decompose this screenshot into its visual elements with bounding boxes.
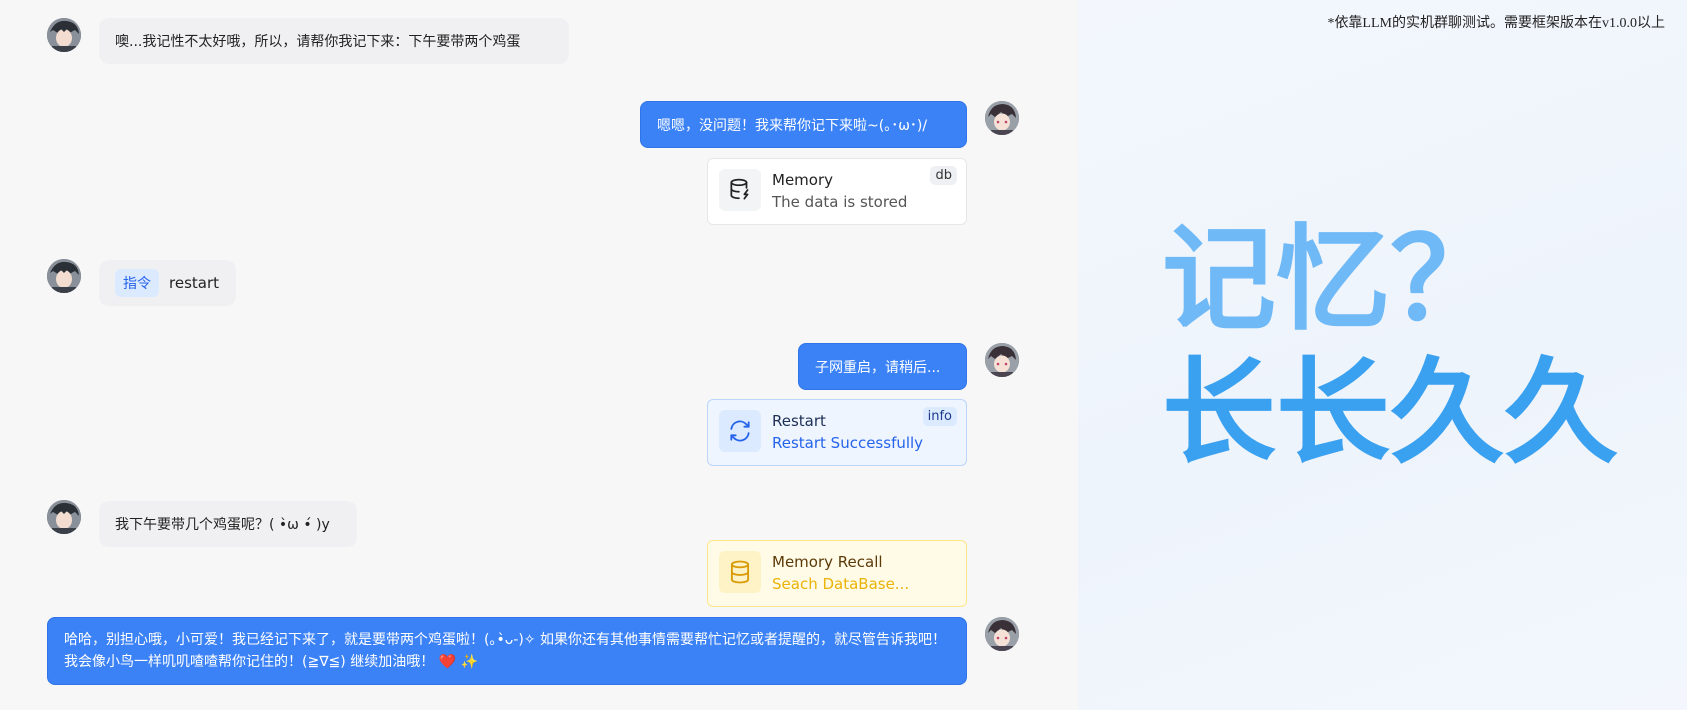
user-avatar[interactable] [47,259,81,293]
promo-panel: *依靠LLM的实机群聊测试。需要框架版本在v1.0.0以上 记忆？ 长长久久 [1078,0,1687,710]
restart-card[interactable]: Restart Restart Successfully info [707,399,967,466]
user-avatar[interactable] [47,18,81,52]
card-title: Memory [772,171,834,189]
test-note: *依靠LLM的实机群聊测试。需要框架版本在v1.0.0以上 [1327,16,1665,31]
card-title: Restart [772,412,826,430]
memory-card[interactable]: Memory The data is stored db [707,158,967,225]
card-title: Memory Recall [772,553,883,571]
command-text: restart [169,274,220,292]
bot-message: 子网重启，请稍后... [798,343,967,390]
chat-panel: 噢...我记性不太好哦，所以，请帮你我记下来：下午要带两个鸡蛋 嗯嗯，没问题！我… [0,0,1078,710]
refresh-icon [719,410,761,452]
card-subtitle: Restart Successfully [772,434,924,452]
bot-message: 嗯嗯，没问题！我来帮你记下来啦~(｡･ω･)/ [640,101,967,148]
card-subtitle: Seach DataBase... [772,575,910,593]
message-text: 嗯嗯，没问题！我来帮你记下来啦~(｡･ω･)/ [657,117,928,134]
message-text: 噢...我记性不太好哦，所以，请帮你我记下来：下午要带两个鸡蛋 [115,34,521,50]
headline-forever: 长长久久 [1162,346,1619,479]
database-lightning-icon [719,169,761,211]
database-icon [719,551,761,593]
bot-avatar[interactable] [985,101,1019,135]
bot-avatar[interactable] [985,343,1019,377]
user-avatar[interactable] [47,500,81,534]
user-message: 我下午要带几个鸡蛋呢？( •̀ω •́ )y [99,501,357,547]
memory-recall-card[interactable]: Memory Recall Seach DataBase... [707,540,967,607]
message-text: 子网重启，请稍后... [815,359,941,376]
user-message: 噢...我记性不太好哦，所以，请帮你我记下来：下午要带两个鸡蛋 [99,18,569,64]
card-tag: info [922,407,957,426]
command-tag: 指令 [115,269,159,297]
message-text: 我下午要带几个鸡蛋呢？( •̀ω •́ )y [115,517,330,533]
headline-memory: 记忆？ [1162,213,1505,346]
message-text: 哈哈，别担心哦，小可爱！我已经记下来了，就是要带两个鸡蛋啦！(｡•̀ᴗ-)✧ 如… [64,632,946,670]
bot-avatar[interactable] [985,617,1019,651]
card-subtitle: The data is stored [772,193,908,211]
card-tag: db [930,166,957,185]
bot-message: 哈哈，别担心哦，小可爱！我已经记下来了，就是要带两个鸡蛋啦！(｡•̀ᴗ-)✧ 如… [47,617,967,685]
user-command-message: 指令 restart [99,260,236,306]
